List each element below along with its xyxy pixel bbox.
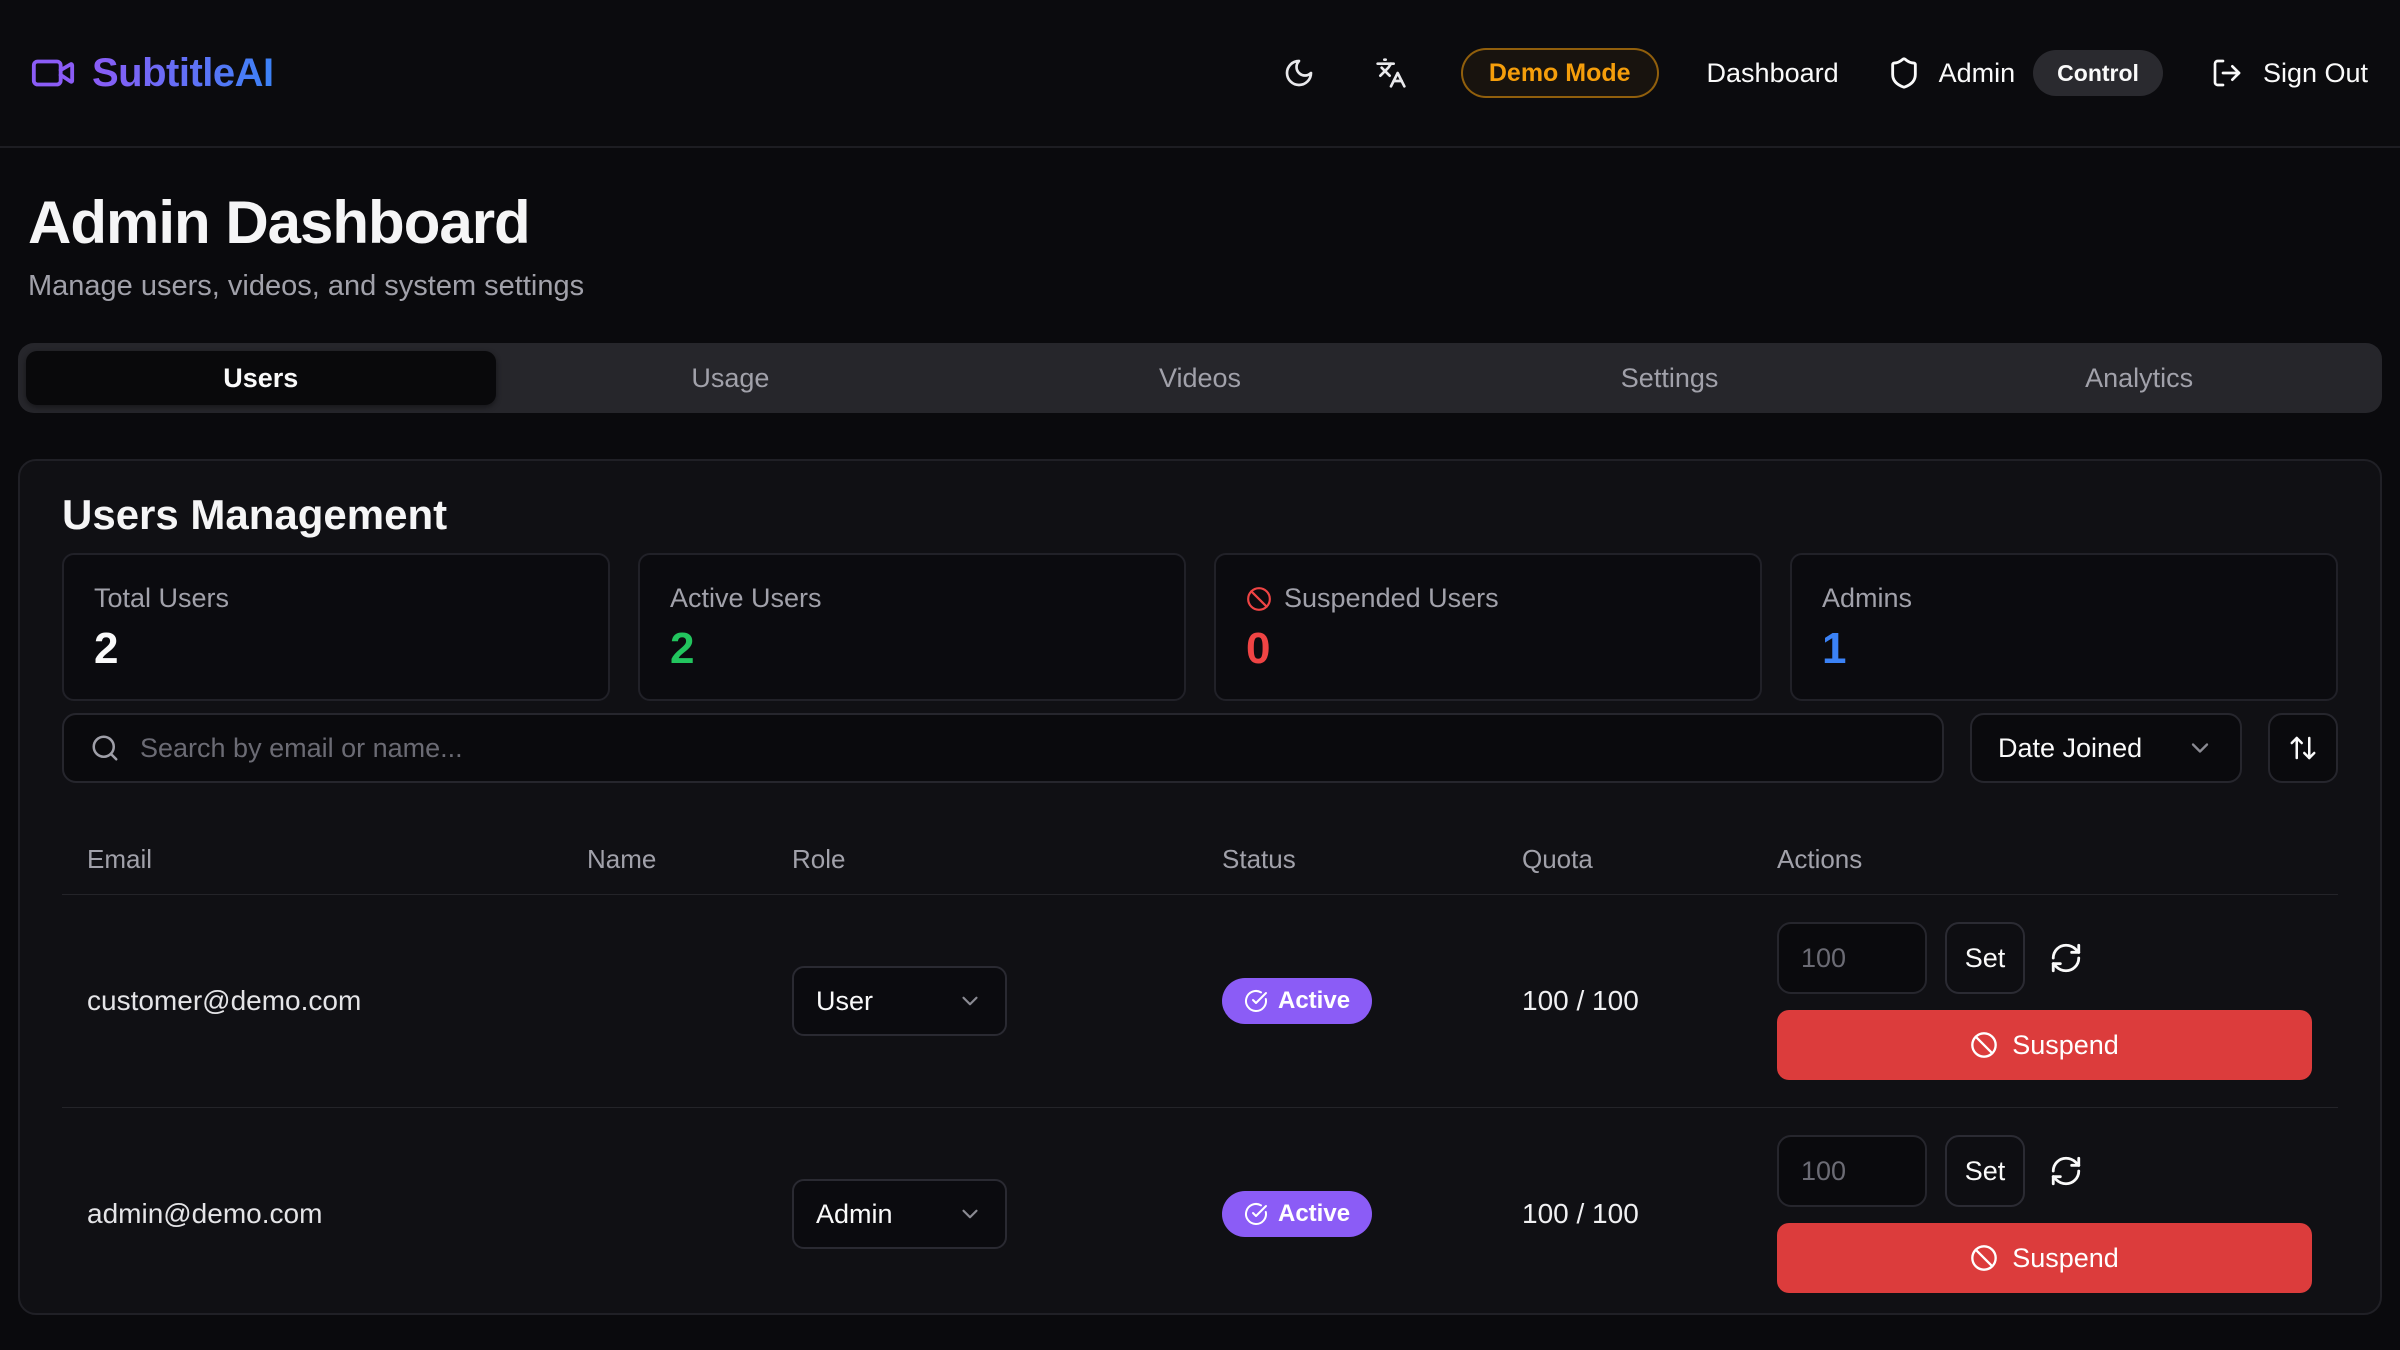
sort-direction-button[interactable]	[2268, 713, 2338, 783]
column-header-role: Role	[767, 844, 1197, 875]
search-input[interactable]	[140, 733, 1916, 764]
stat-card-admins: Admins 1	[1790, 553, 2338, 701]
arrow-up-down-icon	[2288, 733, 2318, 763]
table-row: admin@demo.com Admin Active 100 / 100 Se	[62, 1108, 2338, 1315]
ban-icon	[1246, 586, 1272, 612]
quota-value: 100 / 100	[1497, 1198, 1752, 1230]
stats-row: Total Users 2 Active Users 2 Suspended U…	[62, 553, 2338, 701]
brand-logo[interactable]: SubtitleAI	[30, 50, 274, 96]
control-badge: Control	[2033, 50, 2163, 96]
search-box	[62, 713, 1944, 783]
page-subtitle: Manage users, videos, and system setting…	[28, 270, 2370, 303]
sign-out-label: Sign Out	[2263, 58, 2368, 89]
quota-value: 100 / 100	[1497, 985, 1752, 1017]
moon-icon	[1283, 57, 1315, 89]
page-header: Admin Dashboard Manage users, videos, an…	[0, 148, 2400, 303]
tab-videos[interactable]: Videos	[965, 351, 1435, 405]
stat-value: 0	[1246, 624, 1730, 674]
quota-input[interactable]	[1777, 1135, 1927, 1207]
ban-icon	[1970, 1031, 1998, 1059]
panel-title: Users Management	[62, 491, 2338, 539]
column-header-email: Email	[62, 844, 562, 875]
suspend-button[interactable]: Suspend	[1777, 1010, 2312, 1080]
log-out-icon	[2211, 57, 2243, 89]
actions-cell: Set Suspend	[1752, 1135, 2338, 1293]
quota-input[interactable]	[1777, 922, 1927, 994]
demo-mode-badge: Demo Mode	[1461, 48, 1659, 98]
search-row: Date Joined	[62, 713, 2338, 783]
shield-icon	[1887, 56, 1921, 90]
role-select[interactable]: User	[792, 966, 1007, 1036]
admin-group: Admin Control	[1887, 50, 2163, 96]
circle-check-icon	[1244, 1202, 1268, 1226]
set-quota-button[interactable]: Set	[1945, 1135, 2025, 1207]
refresh-quota-button[interactable]	[2049, 1154, 2083, 1188]
set-quota-button[interactable]: Set	[1945, 922, 2025, 994]
tab-bar: Users Usage Videos Settings Analytics	[18, 343, 2382, 413]
refresh-quota-button[interactable]	[2049, 941, 2083, 975]
table-header: Email Name Role Status Quota Actions	[62, 825, 2338, 895]
sort-field-select[interactable]: Date Joined	[1970, 713, 2242, 783]
page-title: Admin Dashboard	[28, 190, 2370, 256]
actions-cell: Set Suspend	[1752, 922, 2338, 1080]
tab-usage[interactable]: Usage	[496, 351, 966, 405]
status-badge: Active	[1222, 978, 1372, 1024]
stat-value: 2	[670, 624, 1154, 674]
brand-name: SubtitleAI	[92, 51, 274, 96]
chevron-down-icon	[2186, 734, 2214, 762]
stat-value: 2	[94, 624, 578, 674]
suspend-label: Suspend	[2012, 1243, 2119, 1274]
status-label: Active	[1278, 987, 1350, 1015]
ban-icon	[1970, 1244, 1998, 1272]
search-icon	[90, 733, 120, 763]
role-select[interactable]: Admin	[792, 1179, 1007, 1249]
stat-label: Suspended Users	[1284, 583, 1499, 614]
language-toggle-button[interactable]	[1369, 51, 1413, 95]
suspend-label: Suspend	[2012, 1030, 2119, 1061]
sign-out-button[interactable]: Sign Out	[2211, 57, 2368, 89]
circle-check-icon	[1244, 989, 1268, 1013]
status-label: Active	[1278, 1200, 1350, 1228]
stat-value: 1	[1822, 624, 2306, 674]
tab-settings[interactable]: Settings	[1435, 351, 1905, 405]
top-nav: SubtitleAI Demo Mode Dashboard Admin Con…	[0, 0, 2400, 148]
stat-label: Active Users	[670, 583, 1154, 614]
tab-users[interactable]: Users	[26, 351, 496, 405]
stat-card-active-users: Active Users 2	[638, 553, 1186, 701]
role-value: User	[816, 986, 873, 1017]
status-badge: Active	[1222, 1191, 1372, 1237]
suspend-button[interactable]: Suspend	[1777, 1223, 2312, 1293]
column-header-quota: Quota	[1497, 844, 1752, 875]
column-header-name: Name	[562, 844, 767, 875]
stat-label: Admins	[1822, 583, 2306, 614]
refresh-icon	[2049, 941, 2083, 975]
theme-toggle-button[interactable]	[1277, 51, 1321, 95]
stat-card-total-users: Total Users 2	[62, 553, 610, 701]
stat-card-suspended-users: Suspended Users 0	[1214, 553, 1762, 701]
sort-field-value: Date Joined	[1998, 733, 2142, 764]
video-camera-icon	[30, 50, 76, 96]
role-value: Admin	[816, 1199, 893, 1230]
nav-link-dashboard[interactable]: Dashboard	[1707, 58, 1839, 89]
user-email: customer@demo.com	[62, 985, 562, 1017]
admin-label: Admin	[1939, 58, 2016, 89]
table-row: customer@demo.com User Active 100 / 100	[62, 895, 2338, 1108]
stat-label: Total Users	[94, 583, 578, 614]
users-management-panel: Users Management Total Users 2 Active Us…	[18, 459, 2382, 1315]
tab-analytics[interactable]: Analytics	[1904, 351, 2374, 405]
refresh-icon	[2049, 1154, 2083, 1188]
languages-icon	[1375, 57, 1407, 89]
chevron-down-icon	[957, 988, 983, 1014]
user-email: admin@demo.com	[62, 1198, 562, 1230]
column-header-actions: Actions	[1752, 844, 2338, 875]
chevron-down-icon	[957, 1201, 983, 1227]
nav-right: Demo Mode Dashboard Admin Control Sign O…	[1277, 48, 2368, 98]
column-header-status: Status	[1197, 844, 1497, 875]
